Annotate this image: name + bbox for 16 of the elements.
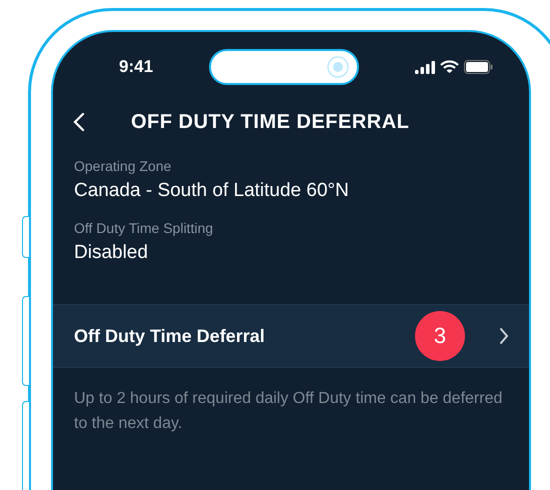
status-time: 9:41 [119,57,154,77]
chevron-icon [499,327,509,345]
screen-title: OFF DUTY TIME DEFERRAL [131,110,410,134]
count-badge: 3 [415,311,465,361]
row-label: Off Duty Time Deferral [74,326,265,346]
description-text: Up to 2 hours of required daily Off Duty time can be deferred to the next day. [73,389,504,434]
wifi-icon [440,60,459,74]
deferral-row[interactable]: Off Duty Time Deferral 3 [53,304,529,368]
signal-icon [415,60,435,74]
battery-icon [464,60,493,74]
camera-icon [327,56,349,78]
field-label: Off Duty Time Splitting [74,220,214,236]
field-value: Canada - South of Latitude 60°N [74,180,350,202]
field-label: Operating Zone [74,158,172,174]
back-icon[interactable] [73,112,85,132]
field-value: Disabled [74,242,149,264]
